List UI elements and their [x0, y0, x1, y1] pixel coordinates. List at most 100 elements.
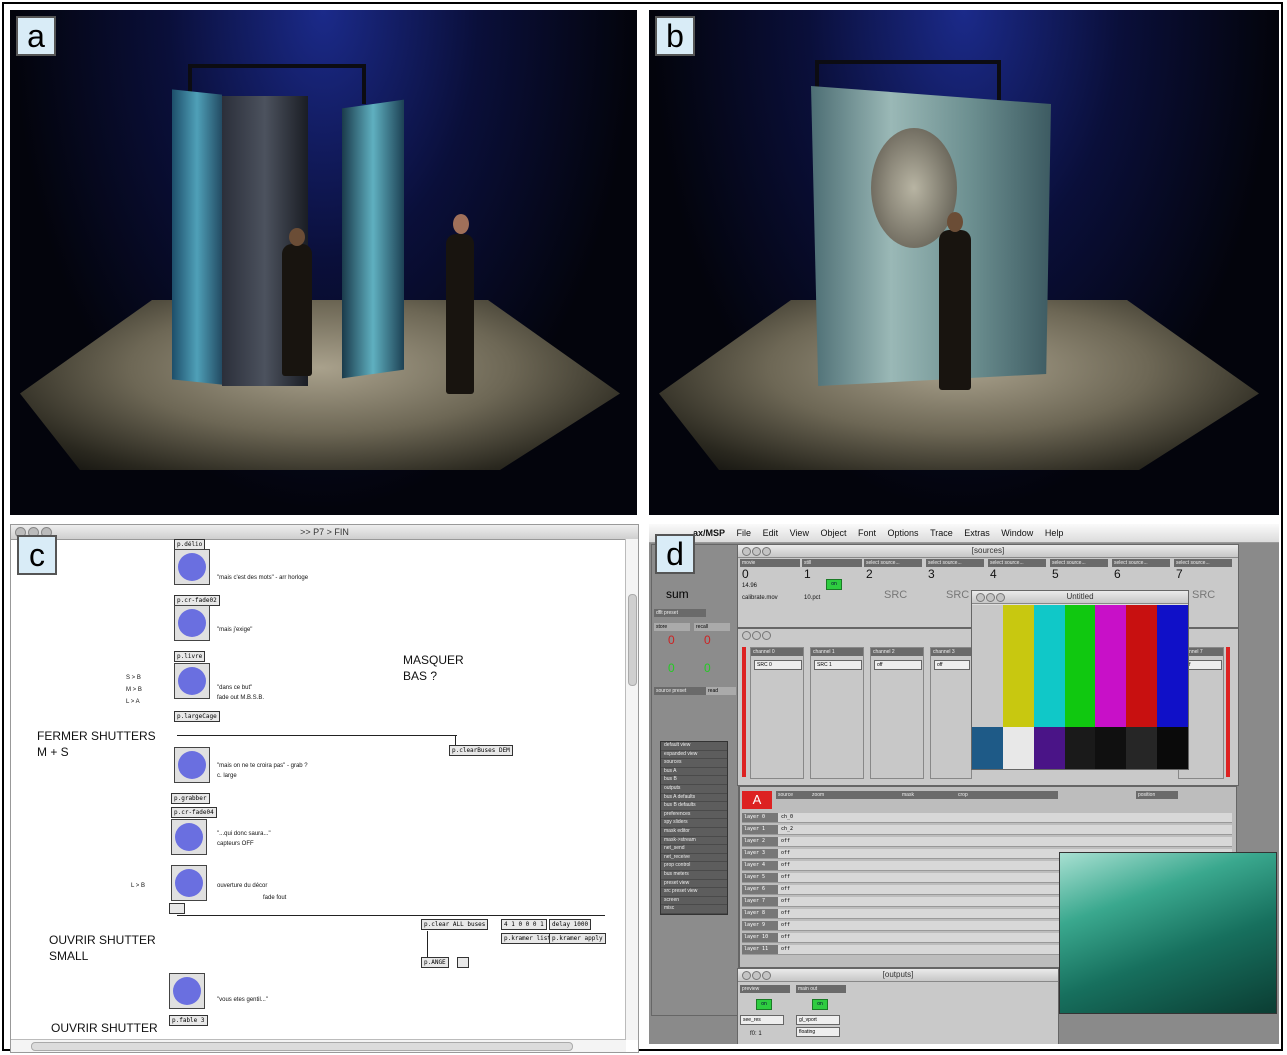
channel-source-select[interactable]: SRC 0	[754, 660, 802, 670]
menu-edit[interactable]: Edit	[763, 528, 779, 538]
layer-row[interactable]: layer 2 off	[742, 837, 1232, 847]
menu-item[interactable]: mask->stream	[661, 837, 727, 846]
menu-item[interactable]: sources	[661, 759, 727, 768]
menu-file[interactable]: File	[737, 528, 752, 538]
layer-source[interactable]: off	[781, 910, 790, 916]
bang-button[interactable]	[169, 973, 205, 1009]
patch-object[interactable]: delay 1000	[549, 919, 592, 930]
menu-item[interactable]: mask editor	[661, 828, 727, 837]
menu-object[interactable]: Object	[820, 528, 846, 538]
window-zoom-button[interactable]	[762, 631, 771, 640]
menu-options[interactable]: Options	[888, 528, 919, 538]
layer-source[interactable]: off	[781, 874, 790, 880]
layer-source[interactable]: ch_2	[781, 826, 793, 832]
patch-object[interactable]: p.kramer list	[501, 933, 554, 944]
window-zoom-button[interactable]	[996, 593, 1005, 602]
bang-button[interactable]	[174, 663, 210, 699]
patch-toggle[interactable]	[457, 957, 469, 968]
time-value[interactable]: 14.96	[742, 583, 757, 589]
patch-object[interactable]: 4 1 0 0 0 1	[501, 919, 547, 930]
floating-select[interactable]: floating	[796, 1027, 840, 1037]
bang-button[interactable]	[174, 747, 210, 783]
patch-object[interactable]: p.clearBuses DEM	[449, 745, 513, 756]
layer-source[interactable]: off	[781, 898, 790, 904]
window-close-button[interactable]	[742, 631, 751, 640]
menu-help[interactable]: Help	[1045, 528, 1064, 538]
menu-item[interactable]: bus B	[661, 776, 727, 785]
patch-object[interactable]: p.fable 3	[169, 1015, 208, 1026]
scroll-thumb[interactable]	[31, 1042, 573, 1051]
recall-button[interactable]: recall	[694, 623, 730, 631]
window-zoom-button[interactable]	[762, 971, 771, 980]
channel-source-select[interactable]: off	[934, 660, 970, 670]
preview-select[interactable]: see_res	[740, 1015, 784, 1025]
window-minimize-button[interactable]	[752, 547, 761, 556]
window-close-button[interactable]	[742, 547, 751, 556]
menu-item[interactable]: src preset view	[661, 888, 727, 897]
preview-on-button[interactable]: on	[756, 999, 772, 1010]
menu-item[interactable]: bus meters	[661, 871, 727, 880]
menu-item[interactable]: screen	[661, 897, 727, 906]
layer-row[interactable]: layer 1 ch_2	[742, 825, 1232, 835]
movie-file[interactable]: calibrate.mov	[742, 595, 778, 601]
read-button[interactable]: read	[706, 687, 736, 695]
menu-app[interactable]: ax/MSP	[693, 528, 725, 538]
layer-source[interactable]: off	[781, 934, 790, 940]
layer-row[interactable]: layer 0 ch_0	[742, 813, 1232, 823]
window-minimize-button[interactable]	[752, 631, 761, 640]
channel-source-select[interactable]: SRC 1	[814, 660, 862, 670]
on-button[interactable]: on	[826, 579, 842, 590]
menu-item[interactable]: bus B defaults	[661, 802, 727, 811]
layer-source[interactable]: off	[781, 862, 790, 868]
patch-object[interactable]: p.largeCage	[174, 711, 220, 722]
menu-item[interactable]: preset view	[661, 880, 727, 889]
menu-view[interactable]: View	[790, 528, 809, 538]
patch-object[interactable]	[169, 903, 185, 914]
layer-source[interactable]: off	[781, 946, 790, 952]
menu-window[interactable]: Window	[1001, 528, 1033, 538]
menu-item[interactable]: preferences	[661, 811, 727, 820]
menu-item[interactable]: default view	[661, 742, 727, 751]
patch-object[interactable]: p.ANGE	[421, 957, 449, 968]
menu-item[interactable]: outputs	[661, 785, 727, 794]
menu-item[interactable]: misc	[661, 905, 727, 914]
patch-object[interactable]: p.clear ALL buses	[421, 919, 489, 930]
channel-source-select[interactable]: off	[874, 660, 922, 670]
patch-object[interactable]: p.cr-fade04	[171, 807, 217, 818]
bang-button[interactable]	[174, 605, 210, 641]
layer-source[interactable]: off	[781, 838, 790, 844]
scroll-thumb[interactable]	[628, 594, 637, 686]
layer-source[interactable]: off	[781, 850, 790, 856]
window-minimize-button[interactable]	[986, 593, 995, 602]
menu-item[interactable]: bus A	[661, 768, 727, 777]
store-button[interactable]: store	[654, 623, 690, 631]
menu-item[interactable]: net_receive	[661, 854, 727, 863]
patch-object[interactable]: p.kramer apply	[549, 933, 606, 944]
window-close-button[interactable]	[976, 593, 985, 602]
menu-trace[interactable]: Trace	[930, 528, 953, 538]
layer-source[interactable]: off	[781, 922, 790, 928]
horizontal-scrollbar[interactable]	[11, 1039, 626, 1052]
bang-button[interactable]	[171, 819, 207, 855]
bang-button[interactable]	[171, 865, 207, 901]
menu-item[interactable]: prop control	[661, 862, 727, 871]
menu-extras[interactable]: Extras	[964, 528, 990, 538]
menu-font[interactable]: Font	[858, 528, 876, 538]
main-out-on-button[interactable]: on	[812, 999, 828, 1010]
menu-item[interactable]: bus A defaults	[661, 794, 727, 803]
window-close-button[interactable]	[742, 971, 751, 980]
menu-item[interactable]: spy sliders	[661, 819, 727, 828]
still-file[interactable]: 10.pct	[804, 595, 820, 601]
menu-item[interactable]: expanded view	[661, 751, 727, 760]
src-label: SRC	[946, 589, 970, 601]
menu-item[interactable]: net_send	[661, 845, 727, 854]
vertical-scrollbar[interactable]	[625, 539, 638, 1040]
bang-button[interactable]	[174, 549, 210, 585]
main-out-select[interactable]: gl_vport	[796, 1015, 840, 1025]
window-minimize-button[interactable]	[752, 971, 761, 980]
window-zoom-button[interactable]	[762, 547, 771, 556]
layer-source[interactable]: off	[781, 886, 790, 892]
layer-source[interactable]: ch_0	[781, 814, 793, 820]
patch-object[interactable]: p.grabber	[171, 793, 210, 804]
patch-object[interactable]: p.livre	[174, 651, 206, 662]
